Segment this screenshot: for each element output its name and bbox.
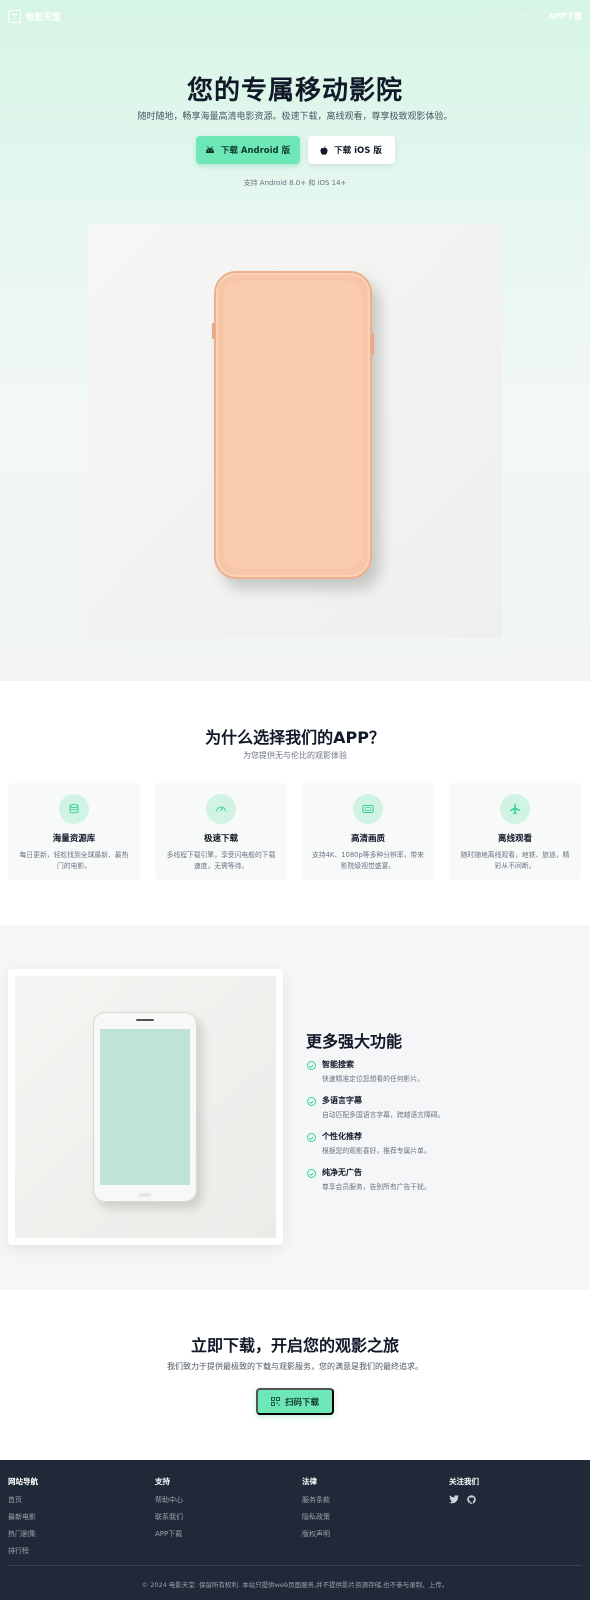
footer-link-home[interactable]: 首页 — [8, 1495, 155, 1505]
nav-item-movies[interactable]: 电影 — [518, 11, 534, 22]
footer-link-contact-us[interactable]: 联系我们 — [155, 1512, 302, 1522]
footer-link-latest-movies[interactable]: 最新电影 — [8, 1512, 155, 1522]
feature-description: 根据您的观影喜好，推荐专属片单。 — [322, 1147, 431, 1155]
footer-link-app-download[interactable]: APP下载 — [155, 1529, 302, 1539]
advantage-cards: 海量资源库 每日更新，轻松找到全球最新、最热门的电影。 极速下载 多线程下载引擎… — [8, 783, 582, 880]
hd-icon — [353, 794, 383, 824]
advantage-card: 极速下载 多线程下载引擎，享受闪电般的下载速度，无需等待。 — [155, 783, 287, 880]
footer-column-title: 网站导航 — [8, 1477, 38, 1486]
footer-link-help-center[interactable]: 帮助中心 — [155, 1495, 302, 1505]
copyright-text: © 2024 电影天堂. 保留所有权利. 本站只提供web页面服务,并不提供影片… — [141, 1581, 449, 1589]
nav-item-home[interactable]: 首页 — [488, 11, 504, 22]
why-section-subtitle: 为您提供无与伦比的观影体验 — [243, 751, 347, 760]
download-android-label: 下载 Android 版 — [220, 146, 291, 156]
feature-item: 智能搜索快速精准定位您想看的任何影片。 — [307, 1059, 567, 1083]
feature-description: 快速精准定位您想看的任何影片。 — [322, 1075, 424, 1083]
social-links — [449, 1495, 590, 1504]
card-description: 多线程下载引擎，享受闪电般的下载速度，无需等待。 — [166, 851, 276, 870]
apple-icon — [320, 145, 328, 155]
footer-link-privacy[interactable]: 隐私政策 — [302, 1512, 449, 1522]
main-nav: 首页 电影 APP下载 — [488, 11, 582, 22]
footer-column-title: 支持 — [155, 1477, 170, 1486]
card-title: 高清画质 — [350, 834, 385, 844]
nav-item-app-download[interactable]: APP下载 — [548, 11, 582, 22]
cta-title: 立即下载，开启您的观影之旅 — [190, 1336, 399, 1355]
scan-download-label: 扫码下载 — [284, 1396, 319, 1407]
feature-title: 多语言字幕 — [322, 1096, 362, 1105]
footer-link-popular-series[interactable]: 热门剧集 — [8, 1529, 155, 1539]
advantage-card: 离线观看 随时随地离线观看，地铁、旅途，精彩从不间断。 — [449, 783, 581, 880]
database-icon — [59, 794, 89, 824]
footer-divider — [8, 1565, 582, 1566]
card-description: 每日更新，轻松找到全球最新、最热门的电影。 — [19, 851, 129, 870]
hero-phone-image — [88, 224, 502, 638]
github-icon[interactable] — [467, 1495, 476, 1504]
film-logo-icon — [8, 9, 21, 23]
card-title: 海量资源库 — [52, 834, 96, 844]
hero-subtitle: 随时随地，畅享海量高清电影资源。极速下载，离线观看，尊享极致观影体验。 — [137, 112, 453, 122]
feature-title: 纯净无广告 — [322, 1168, 362, 1177]
check-circle-icon — [307, 1169, 316, 1178]
feature-title: 个性化推荐 — [322, 1132, 362, 1141]
card-description: 支持4K、1080p等多种分辨率，带来影院级视觉盛宴。 — [312, 851, 424, 870]
check-circle-icon — [307, 1133, 316, 1142]
brand-name: 电影天堂 — [25, 12, 62, 23]
footer-link-terms[interactable]: 服务条款 — [302, 1495, 449, 1505]
feature-item: 多语言字幕自动匹配多国语言字幕，跨越语言障碍。 — [307, 1095, 567, 1119]
qr-code-icon — [271, 1397, 280, 1406]
footer-column-legal: 法律 服务条款 隐私政策 版权声明 — [302, 1476, 449, 1563]
card-description: 随时随地离线观看，地铁、旅途，精彩从不间断。 — [460, 851, 570, 870]
site-footer: 网站导航 首页 最新电影 热门剧集 排行榜 支持 帮助中心 联系我们 APP下载… — [0, 1460, 590, 1600]
cta-subtitle: 我们致力于提供最极致的下载与观影服务，您的满意是我们的最终追求。 — [167, 1362, 423, 1371]
check-circle-icon — [307, 1097, 316, 1106]
footer-columns: 网站导航 首页 最新电影 热门剧集 排行榜 支持 帮助中心 联系我们 APP下载… — [8, 1476, 590, 1563]
advantage-card: 高清画质 支持4K、1080p等多种分辨率，带来影院级视觉盛宴。 — [302, 783, 434, 880]
footer-column-support: 支持 帮助中心 联系我们 APP下载 — [155, 1476, 302, 1563]
download-ios-button[interactable]: 下载 iOS 版 — [307, 136, 395, 164]
feature-title: 智能搜索 — [322, 1060, 354, 1069]
top-navigation-bar: 电影天堂 首页 电影 APP下载 — [0, 0, 590, 32]
download-buttons: 下载 Android 版 下载 iOS 版 — [0, 136, 590, 164]
brand[interactable]: 电影天堂 — [8, 9, 62, 23]
speedometer-icon — [206, 794, 236, 824]
download-ios-label: 下载 iOS 版 — [334, 146, 382, 156]
check-circle-icon — [307, 1061, 316, 1070]
advantage-card: 海量资源库 每日更新，轻松找到全球最新、最热门的电影。 — [8, 783, 140, 880]
card-title: 离线观看 — [497, 834, 532, 844]
feature-item: 个性化推荐根据您的观影喜好，推荐专属片单。 — [307, 1131, 567, 1155]
airplane-icon — [500, 794, 530, 824]
scan-download-button[interactable]: 扫码下载 — [256, 1388, 334, 1415]
hero-section: 您的专属移动影院 随时随地，畅享海量高清电影资源。极速下载，离线观看，尊享极致观… — [0, 0, 590, 681]
peach-phone-illustration — [212, 271, 374, 579]
feature-description: 尊享会员服务，告别所有广告干扰。 — [322, 1183, 431, 1191]
feature-description: 自动匹配多国语言字幕，跨越语言障碍。 — [322, 1111, 445, 1119]
footer-link-rankings[interactable]: 排行榜 — [8, 1546, 155, 1556]
footer-column-navigation: 网站导航 首页 最新电影 热门剧集 排行榜 — [8, 1476, 155, 1563]
compatibility-note: 支持 Android 8.0+ 和 iOS 14+ — [243, 179, 347, 187]
footer-column-title: 法律 — [302, 1477, 317, 1486]
feature-item: 纯净无广告尊享会员服务，告别所有广告干扰。 — [307, 1167, 567, 1191]
features-title: 更多强大功能 — [306, 1032, 403, 1051]
android-icon — [205, 146, 214, 153]
hero-title: 您的专属移动影院 — [186, 76, 403, 106]
white-phone-illustration — [93, 1012, 197, 1202]
feature-list: 智能搜索快速精准定位您想看的任何影片。 多语言字幕自动匹配多国语言字幕，跨越语言… — [307, 1059, 567, 1203]
twitter-icon[interactable] — [449, 1495, 459, 1504]
footer-column-follow: 关注我们 — [449, 1476, 590, 1563]
why-section-title: 为什么选择我们的APP？ — [205, 728, 385, 747]
download-android-button[interactable]: 下载 Android 版 — [195, 136, 300, 164]
features-section: 更多强大功能 智能搜索快速精准定位您想看的任何影片。 多语言字幕自动匹配多国语言… — [0, 925, 590, 1290]
footer-column-title: 关注我们 — [449, 1477, 479, 1486]
features-phone-image — [8, 969, 283, 1245]
footer-link-copyright[interactable]: 版权声明 — [302, 1529, 449, 1539]
card-title: 极速下载 — [203, 834, 238, 844]
